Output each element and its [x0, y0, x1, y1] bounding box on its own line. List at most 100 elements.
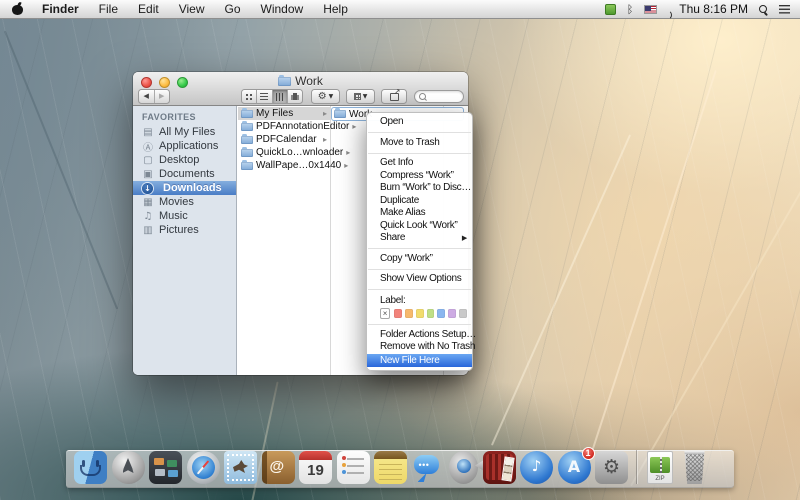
- folder-icon: [241, 123, 253, 131]
- dock-messages-icon[interactable]: •••: [412, 451, 445, 484]
- label-gray-button[interactable]: [459, 309, 467, 318]
- menu-file[interactable]: File: [89, 0, 128, 19]
- menu-window[interactable]: Window: [251, 0, 314, 19]
- share-button[interactable]: [381, 89, 407, 104]
- column-view-button[interactable]: [272, 90, 287, 103]
- menu-item-remove-with-no-trash[interactable]: Remove with No Trash: [367, 341, 472, 354]
- menu-item-move-to-trash[interactable]: Move to Trash: [367, 137, 472, 150]
- sidebar-item-label: Music: [159, 210, 188, 222]
- dock-mission-control-icon[interactable]: [149, 451, 182, 484]
- label-yellow-button[interactable]: [416, 309, 424, 318]
- icon-view-button[interactable]: [242, 90, 256, 103]
- documents-icon: ▣: [142, 169, 154, 180]
- sidebar-item-applications[interactable]: Ⓐ Applications: [133, 139, 236, 153]
- sidebar-item-music[interactable]: ♫ Music: [133, 209, 236, 223]
- spotlight-icon[interactable]: [759, 5, 768, 14]
- notification-center-icon[interactable]: [779, 5, 790, 14]
- dock-notes-icon[interactable]: [374, 451, 407, 484]
- file-name: QuickLo…wnloader: [256, 147, 343, 158]
- menu-bar-clock[interactable]: Thu 8:16 PM: [679, 2, 748, 16]
- coverflow-view-button[interactable]: [287, 90, 302, 103]
- file-row-pdfannotationeditor[interactable]: PDFAnnotationEditor ▸: [238, 120, 330, 133]
- sidebar-item-all-my-files[interactable]: ▤ All My Files: [133, 125, 236, 139]
- label-none-button[interactable]: ×: [380, 308, 390, 319]
- app-store-letter: A: [558, 457, 591, 476]
- back-button[interactable]: ◀: [139, 90, 154, 103]
- title-bar[interactable]: Work ◀ ▶ ⚙▼ ▼: [133, 72, 468, 106]
- menu-item-make-alias[interactable]: Make Alias: [367, 207, 472, 220]
- arrange-menu-button[interactable]: ▼: [346, 89, 375, 104]
- dock-trash-icon[interactable]: [681, 451, 709, 484]
- folder-icon: [241, 149, 253, 157]
- file-row-my-files[interactable]: My Files ▸: [238, 107, 330, 120]
- menu-item-quick-look[interactable]: Quick Look “Work”: [367, 220, 472, 233]
- menu-item-open[interactable]: Open: [367, 116, 472, 129]
- grass-stem: [630, 174, 800, 487]
- menu-item-get-info[interactable]: Get Info: [367, 157, 472, 170]
- sidebar-item-movies[interactable]: ▦ Movies: [133, 195, 236, 209]
- menu-view[interactable]: View: [169, 0, 215, 19]
- menu-item-folder-actions-setup[interactable]: Folder Actions Setup…: [367, 329, 472, 342]
- action-menu-button[interactable]: ⚙▼: [311, 89, 340, 104]
- icon-view-icon: [246, 94, 248, 96]
- dock-safari-icon[interactable]: [187, 451, 220, 484]
- submenu-arrow-icon: ▶: [462, 232, 467, 245]
- sidebar: FAVORITES ▤ All My Files Ⓐ Applications …: [133, 106, 237, 375]
- sidebar-item-pictures[interactable]: ▥ Pictures: [133, 223, 236, 237]
- menu-separator: [368, 289, 471, 290]
- dock-system-preferences-icon[interactable]: ⚙: [595, 451, 628, 484]
- file-name: PDFCalendar: [256, 134, 317, 145]
- label-orange-button[interactable]: [405, 309, 413, 318]
- share-icon: [390, 93, 399, 101]
- dock-launchpad-icon[interactable]: [112, 451, 145, 484]
- menu-item-duplicate[interactable]: Duplicate: [367, 195, 472, 208]
- dock-finder-icon[interactable]: [74, 451, 107, 484]
- dock-itunes-icon[interactable]: ♪: [520, 451, 553, 484]
- file-row-quicklook-downloader[interactable]: QuickLo…wnloader ▸: [238, 146, 330, 159]
- apple-menu-icon[interactable]: [12, 3, 24, 15]
- bluetooth-icon[interactable]: ᛒ: [627, 0, 634, 19]
- dock-app-store-icon[interactable]: A1: [558, 451, 591, 484]
- sidebar-item-desktop[interactable]: ▢ Desktop: [133, 153, 236, 167]
- dock-calendar-icon[interactable]: 19: [299, 451, 332, 484]
- label-blue-button[interactable]: [437, 309, 445, 318]
- sidebar-item-label: All My Files: [159, 126, 215, 138]
- folder-icon: [334, 110, 346, 118]
- label-green-button[interactable]: [427, 309, 435, 318]
- menu-item-new-file-here[interactable]: New File Here: [367, 354, 472, 367]
- dock-zip-file-icon[interactable]: ZIP: [647, 451, 673, 484]
- menu-separator: [368, 248, 471, 249]
- list-view-button[interactable]: [256, 90, 271, 103]
- menu-item-burn[interactable]: Burn “Work” to Disc…: [367, 182, 472, 195]
- menu-help[interactable]: Help: [313, 0, 358, 19]
- search-field[interactable]: [414, 90, 464, 103]
- sidebar-item-label: Documents: [159, 168, 215, 180]
- dock-contacts-icon[interactable]: @: [262, 451, 295, 484]
- file-row-pdfcalendar[interactable]: PDFCalendar ▸: [238, 133, 330, 146]
- menu-item-compress[interactable]: Compress “Work”: [367, 170, 472, 183]
- menu-item-share[interactable]: Share▶: [367, 232, 472, 245]
- menu-separator: [368, 324, 471, 325]
- menu-separator: [368, 132, 471, 133]
- list-view-icon: [260, 93, 268, 94]
- file-row-wallpaper[interactable]: WallPape…0x1440 ▸: [238, 159, 330, 172]
- sidebar-item-documents[interactable]: ▣ Documents: [133, 167, 236, 181]
- sidebar-item-label: Pictures: [159, 224, 199, 236]
- dock-mail-icon[interactable]: [224, 451, 257, 484]
- menu-go[interactable]: Go: [215, 0, 251, 19]
- forward-button[interactable]: ▶: [154, 90, 170, 103]
- menu-finder[interactable]: Finder: [32, 0, 89, 19]
- menu-item-copy[interactable]: Copy “Work”: [367, 253, 472, 266]
- menu-edit[interactable]: Edit: [128, 0, 169, 19]
- grass-stem: [4, 31, 118, 310]
- dock-photo-booth-icon[interactable]: [483, 451, 516, 484]
- dock-reminders-icon[interactable]: [337, 451, 370, 484]
- input-language-flag-icon[interactable]: [644, 5, 657, 14]
- dock-facetime-icon[interactable]: [449, 451, 478, 484]
- sidebar-item-downloads[interactable]: ↓ Downloads: [133, 181, 236, 195]
- label-purple-button[interactable]: [448, 309, 456, 318]
- label-red-button[interactable]: [394, 309, 402, 318]
- menu-item-show-view-options[interactable]: Show View Options: [367, 273, 472, 286]
- menubar-app-icon[interactable]: [605, 4, 616, 15]
- chevron-right-icon: ▸: [344, 161, 348, 170]
